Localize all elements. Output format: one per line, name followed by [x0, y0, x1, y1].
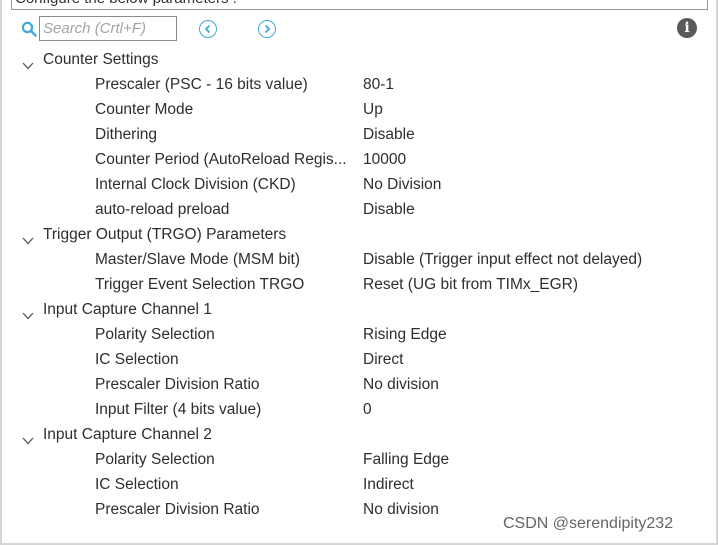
parameter-name: IC Selection — [95, 351, 179, 368]
parameter-tree: Counter Settings Prescaler (PSC - 16 bits… — [2, 47, 716, 522]
chevron-down-icon[interactable] — [21, 304, 35, 320]
group-header[interactable]: Input Capture Channel 1 — [2, 297, 716, 322]
parameter-row[interactable]: IC Selection Direct — [2, 347, 716, 372]
parameter-name: auto-reload preload — [95, 201, 230, 218]
search-field[interactable] — [39, 16, 177, 41]
chevron-right-circle-icon[interactable] — [258, 20, 276, 38]
group-header[interactable]: Trigger Output (TRGO) Parameters — [2, 222, 716, 247]
parameter-name: Internal Clock Division (CKD) — [95, 176, 296, 193]
group-header[interactable]: Counter Settings — [2, 47, 716, 72]
parameter-row[interactable]: Input Filter (4 bits value) 0 — [2, 397, 716, 422]
parameter-name: Prescaler Division Ratio — [95, 501, 260, 518]
parameter-name: Counter Mode — [95, 101, 194, 118]
watermark: CSDN @serendipity232 — [503, 515, 674, 532]
parameter-value[interactable]: Falling Edge — [363, 447, 449, 472]
parameter-value[interactable]: Disable — [363, 197, 415, 222]
parameter-row[interactable]: Counter Period (AutoReload Regis... 10000 — [2, 147, 716, 172]
info-icon[interactable]: i — [677, 18, 697, 38]
parameter-name: Master/Slave Mode (MSM bit) — [95, 251, 300, 268]
parameter-value[interactable]: No division — [363, 497, 439, 522]
parameter-name: Polarity Selection — [95, 451, 215, 468]
group-title: Input Capture Channel 2 — [43, 426, 212, 443]
chevron-down-icon[interactable] — [21, 429, 35, 445]
parameter-value[interactable]: Direct — [363, 347, 403, 372]
parameter-value[interactable]: No division — [363, 372, 439, 397]
parameter-row[interactable]: Internal Clock Division (CKD) No Division — [2, 172, 716, 197]
parameter-panel: Configure the below parameters : i Count… — [0, 0, 718, 545]
parameter-name: Prescaler Division Ratio — [95, 376, 260, 393]
parameter-value[interactable]: Rising Edge — [363, 322, 447, 347]
parameter-name: Dithering — [95, 126, 158, 143]
parameter-value[interactable]: Up — [363, 97, 383, 122]
parameter-name: Polarity Selection — [95, 326, 215, 343]
parameter-row[interactable]: Prescaler Division Ratio No division — [2, 372, 716, 397]
chevron-down-icon[interactable] — [21, 229, 35, 245]
parameter-name: Trigger Event Selection TRGO — [95, 276, 305, 293]
parameter-name: IC Selection — [95, 476, 179, 493]
parameter-value[interactable]: 10000 — [363, 147, 406, 172]
toolbar: i — [18, 16, 698, 44]
search-input[interactable] — [40, 17, 176, 40]
parameter-value[interactable]: Reset (UG bit from TIMx_EGR) — [363, 272, 578, 297]
chevron-left-circle-icon[interactable] — [199, 20, 217, 38]
parameter-value[interactable]: Disable (Trigger input effect not delaye… — [363, 247, 642, 272]
parameter-name: Input Filter (4 bits value) — [95, 401, 262, 418]
parameter-row[interactable]: Trigger Event Selection TRGO Reset (UG bi… — [2, 272, 716, 297]
parameter-name: Counter Period (AutoReload Regis... — [95, 151, 347, 168]
group-header[interactable]: Input Capture Channel 2 — [2, 422, 716, 447]
parameter-value[interactable]: Disable — [363, 122, 415, 147]
parameter-row[interactable]: Polarity Selection Falling Edge — [2, 447, 716, 472]
parameter-row[interactable]: Master/Slave Mode (MSM bit) Disable (Trig… — [2, 247, 716, 272]
group-title: Trigger Output (TRGO) Parameters — [43, 226, 287, 243]
parameter-value[interactable]: Indirect — [363, 472, 414, 497]
parameter-row[interactable]: Counter Mode Up — [2, 97, 716, 122]
chevron-down-icon[interactable] — [21, 54, 35, 70]
parameter-row[interactable]: Dithering Disable — [2, 122, 716, 147]
search-icon[interactable] — [21, 21, 37, 37]
group-title: Counter Settings — [43, 51, 159, 68]
parameter-value[interactable]: 0 — [363, 397, 372, 422]
parameter-name: Prescaler (PSC - 16 bits value) — [95, 76, 308, 93]
parameter-row[interactable]: auto-reload preload Disable — [2, 197, 716, 222]
configure-banner: Configure the below parameters : — [11, 0, 708, 10]
group-title: Input Capture Channel 1 — [43, 301, 212, 318]
parameter-value[interactable]: No Division — [363, 172, 441, 197]
parameter-row[interactable]: IC Selection Indirect — [2, 472, 716, 497]
parameter-row[interactable]: Prescaler (PSC - 16 bits value) 80-1 — [2, 72, 716, 97]
parameter-row[interactable]: Polarity Selection Rising Edge — [2, 322, 716, 347]
parameter-value[interactable]: 80-1 — [363, 72, 394, 97]
